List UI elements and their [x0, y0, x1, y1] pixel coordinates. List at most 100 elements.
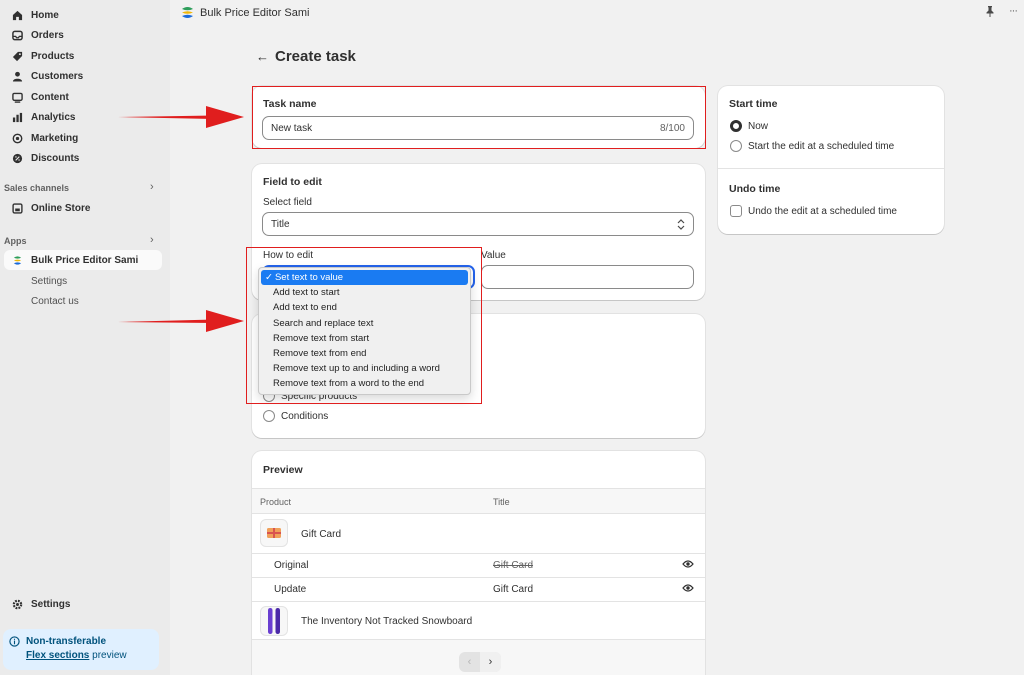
- app-logo-icon: [182, 7, 193, 18]
- snowboard-icon: [268, 608, 280, 634]
- apps-heading: Apps: [4, 236, 27, 246]
- radio-button-selected[interactable]: [730, 120, 742, 132]
- notice-rest: preview: [89, 650, 127, 661]
- preview-heading: Preview: [263, 464, 303, 476]
- nav-label: Online Store: [31, 202, 91, 214]
- chevron-right-icon[interactable]: ›: [150, 234, 154, 246]
- radio-button[interactable]: [263, 410, 275, 422]
- bar-chart-icon: [12, 112, 23, 123]
- eye-icon[interactable]: [682, 559, 694, 569]
- nav-home[interactable]: Home: [4, 5, 162, 25]
- app-logo-icon: [12, 255, 23, 266]
- nav-label: Customers: [31, 70, 84, 82]
- conditions-option[interactable]: Conditions: [263, 410, 328, 422]
- home-icon: [12, 10, 23, 21]
- annotation-box-task-name: [252, 86, 706, 149]
- nav-marketing[interactable]: Marketing: [4, 128, 162, 148]
- back-arrow-button[interactable]: ←: [256, 49, 269, 64]
- target-icon: [12, 133, 23, 144]
- eye-icon[interactable]: [682, 583, 694, 593]
- nav-app-settings[interactable]: Settings: [31, 276, 67, 287]
- nav-customers[interactable]: Customers: [4, 66, 162, 86]
- original-title: Gift Card: [493, 560, 534, 571]
- person-icon: [12, 71, 23, 82]
- row-divider: [252, 553, 705, 554]
- select-chevrons-icon: [677, 218, 685, 230]
- non-transferable-notice: Non-transferable Flex sections preview: [3, 629, 159, 670]
- preview-card: Preview Product Title Gift Card Original…: [252, 451, 705, 675]
- row-divider: [252, 601, 705, 602]
- previous-page-button[interactable]: ‹: [459, 652, 480, 672]
- annotation-arrow-icon: [118, 310, 244, 332]
- table-header: [252, 488, 705, 514]
- info-icon: [9, 636, 20, 647]
- product-name: Gift Card: [301, 529, 342, 540]
- store-icon: [12, 202, 23, 214]
- sales-channels-heading: Sales channels: [4, 183, 70, 193]
- select-field-dropdown[interactable]: Title: [262, 212, 694, 236]
- discount-icon: [12, 153, 23, 164]
- nav-label: Home: [31, 9, 59, 21]
- update-label: Update: [274, 584, 307, 595]
- pin-icon[interactable]: [985, 6, 995, 17]
- undo-scheduled-option[interactable]: Undo the edit at a scheduled time: [730, 205, 897, 217]
- next-page-button[interactable]: ›: [480, 652, 501, 672]
- nav-label: Settings: [31, 598, 71, 610]
- nav-label: Orders: [31, 29, 64, 41]
- product-thumbnail: [260, 519, 288, 547]
- original-label: Original: [274, 560, 309, 571]
- gear-icon: [12, 599, 23, 610]
- nav-label: Discounts: [31, 152, 80, 164]
- start-scheduled-label: Start the edit at a scheduled time: [748, 140, 895, 152]
- field-to-edit-heading: Field to edit: [263, 176, 322, 188]
- nav-online-store[interactable]: Online Store: [4, 198, 162, 218]
- nav-label: Content: [31, 91, 69, 103]
- gift-card-icon: [267, 528, 281, 538]
- start-time-heading: Start time: [729, 98, 778, 110]
- tag-icon: [12, 51, 23, 62]
- conditions-label: Conditions: [281, 410, 329, 422]
- value-label: Value: [481, 250, 506, 261]
- product-thumbnail: [260, 606, 288, 636]
- undo-scheduled-label: Undo the edit at a scheduled time: [748, 205, 897, 217]
- checkbox[interactable]: [730, 205, 742, 217]
- start-now-option[interactable]: Now: [730, 120, 768, 132]
- nav-products[interactable]: Products: [4, 46, 162, 66]
- value-input[interactable]: [481, 265, 694, 289]
- content-icon: [12, 92, 23, 103]
- nav-label: Analytics: [31, 111, 76, 123]
- nav-app-contact[interactable]: Contact us: [31, 296, 79, 307]
- undo-time-heading: Undo time: [729, 183, 781, 195]
- section-divider: [718, 168, 944, 169]
- product-name: The Inventory Not Tracked Snowboard: [301, 616, 473, 627]
- row-divider: [252, 577, 705, 578]
- annotation-arrow-icon: [118, 106, 244, 128]
- start-now-label: Now: [748, 120, 769, 132]
- select-field-label: Select field: [263, 197, 312, 208]
- nav-label: Marketing: [31, 132, 79, 144]
- update-title: Gift Card: [493, 584, 534, 595]
- inbox-icon: [12, 30, 23, 41]
- flex-sections-link[interactable]: Flex sections: [26, 650, 89, 661]
- pagination: ‹ ›: [459, 652, 501, 672]
- chevron-right-icon[interactable]: ›: [150, 181, 154, 193]
- page-title: Create task: [275, 48, 356, 65]
- more-actions-icon[interactable]: ···: [1009, 5, 1018, 17]
- start-scheduled-option[interactable]: Start the edit at a scheduled time: [730, 140, 894, 152]
- notice-title: Non-transferable: [26, 636, 107, 647]
- app-title: Bulk Price Editor Sami: [200, 7, 310, 19]
- nav-settings[interactable]: Settings: [4, 594, 162, 614]
- column-product: Product: [260, 497, 292, 507]
- nav-label: Bulk Price Editor Sami: [31, 254, 139, 266]
- radio-button[interactable]: [730, 140, 742, 152]
- nav-discounts[interactable]: Discounts: [4, 148, 162, 168]
- schedule-card: Start time Now Start the edit at a sched…: [718, 86, 944, 234]
- column-title: Title: [493, 497, 510, 507]
- sidebar: Home Orders Products Customers Content A…: [0, 0, 170, 675]
- select-field-value: Title: [271, 218, 290, 230]
- nav-orders[interactable]: Orders: [4, 25, 162, 45]
- annotation-box-how-to-edit: [246, 247, 482, 404]
- nav-app-bulk-price-editor[interactable]: Bulk Price Editor Sami: [4, 250, 162, 270]
- nav-label: Products: [31, 50, 75, 62]
- app-topbar: Bulk Price Editor Sami ···: [170, 0, 1024, 28]
